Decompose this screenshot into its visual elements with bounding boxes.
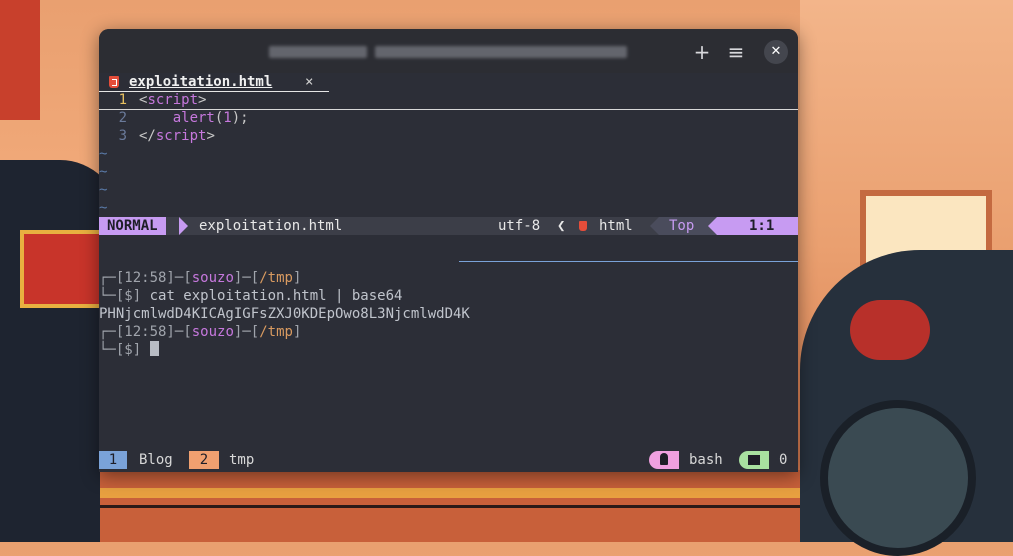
line-number: 3 bbox=[118, 128, 127, 144]
powerline-arrow bbox=[708, 217, 717, 235]
line-number: 2 bbox=[118, 110, 127, 126]
empty-line-tilde: ~ bbox=[99, 182, 108, 198]
tmux-session-name: bash bbox=[689, 452, 723, 468]
code-line[interactable]: 3 </script> bbox=[99, 127, 798, 145]
wallpaper-decoration bbox=[20, 230, 108, 308]
prompt-header: ┌─[12:58]─[souzo]─[/tmp] bbox=[99, 270, 302, 286]
close-icon[interactable]: ✕ bbox=[764, 40, 788, 64]
terminal-cursor bbox=[149, 341, 159, 356]
wallpaper-decoration bbox=[100, 488, 800, 498]
code-line[interactable]: 1 <script> bbox=[99, 91, 798, 110]
window-title-redacted bbox=[375, 46, 627, 58]
wallpaper-decoration bbox=[100, 505, 800, 508]
line-number: 1 bbox=[118, 92, 127, 108]
plus-icon[interactable]: + bbox=[691, 41, 713, 63]
tab-close-icon[interactable]: × bbox=[305, 73, 313, 91]
tab-exploitation-html[interactable]: exploitation.html × bbox=[99, 73, 329, 92]
code-text: alert(1); bbox=[139, 110, 249, 126]
status-encoding: utf-8 bbox=[498, 218, 541, 234]
empty-line-tilde: ~ bbox=[99, 146, 108, 162]
tmux-count: 0 bbox=[779, 452, 788, 468]
html5-icon bbox=[579, 221, 587, 231]
window-title-redacted bbox=[269, 46, 367, 58]
prompt-header: ┌─[12:58]─[souzo]─[/tmp] bbox=[99, 324, 302, 340]
tmux-status-bar: 1 Blog 2 tmp bash 0 bbox=[99, 451, 798, 469]
wallpaper-decoration bbox=[0, 0, 40, 120]
empty-line-tilde: ~ bbox=[99, 200, 108, 216]
title-bar[interactable]: + ≡ ✕ bbox=[99, 29, 798, 73]
tab-label: exploitation.html bbox=[129, 74, 273, 90]
status-filetype: html bbox=[599, 218, 633, 234]
process-icon bbox=[649, 451, 679, 469]
terminal-window[interactable]: + ≡ ✕ exploitation.html × 1 <script> 2 ale… bbox=[99, 29, 798, 472]
tmux-window-1-number[interactable]: 1 bbox=[99, 451, 127, 469]
tmux-window-1-name[interactable]: Blog bbox=[139, 451, 173, 469]
wallpaper-decoration bbox=[850, 300, 930, 360]
wallpaper-decoration bbox=[820, 400, 976, 556]
command-output: PHNjcmlwdD4KICAgIGFsZXJ0KDEpOwo8L3Njcmlw… bbox=[99, 306, 470, 322]
status-filename: exploitation.html bbox=[199, 218, 343, 234]
status-cursor: 1:1 bbox=[749, 218, 775, 234]
empty-line-tilde: ~ bbox=[99, 164, 108, 180]
tmux-window-2-number[interactable]: 2 bbox=[189, 451, 219, 469]
code-line[interactable]: 2 alert(1); bbox=[99, 109, 798, 127]
vim-statusline: NORMAL exploitation.html utf-8 ❮ html To… bbox=[99, 217, 798, 235]
prompt-command: └─[$] cat exploitation.html | base64 bbox=[99, 288, 403, 304]
html5-icon bbox=[109, 76, 119, 88]
prompt-command: └─[$] bbox=[99, 341, 159, 359]
vim-tabline: exploitation.html × bbox=[99, 73, 798, 92]
code-text: <script> bbox=[139, 92, 207, 108]
code-text: </script> bbox=[139, 128, 215, 144]
status-position: Top bbox=[669, 218, 695, 234]
hamburger-menu-icon[interactable]: ≡ bbox=[725, 41, 747, 63]
powerline-arrow bbox=[650, 217, 659, 235]
mode-indicator: NORMAL bbox=[99, 217, 166, 235]
flag-icon bbox=[739, 451, 769, 469]
powerline-arrow bbox=[179, 217, 188, 235]
tmux-window-2-name[interactable]: tmp bbox=[229, 451, 254, 469]
powerline-separator: ❮ bbox=[557, 218, 566, 234]
pane-separator[interactable] bbox=[459, 261, 798, 262]
